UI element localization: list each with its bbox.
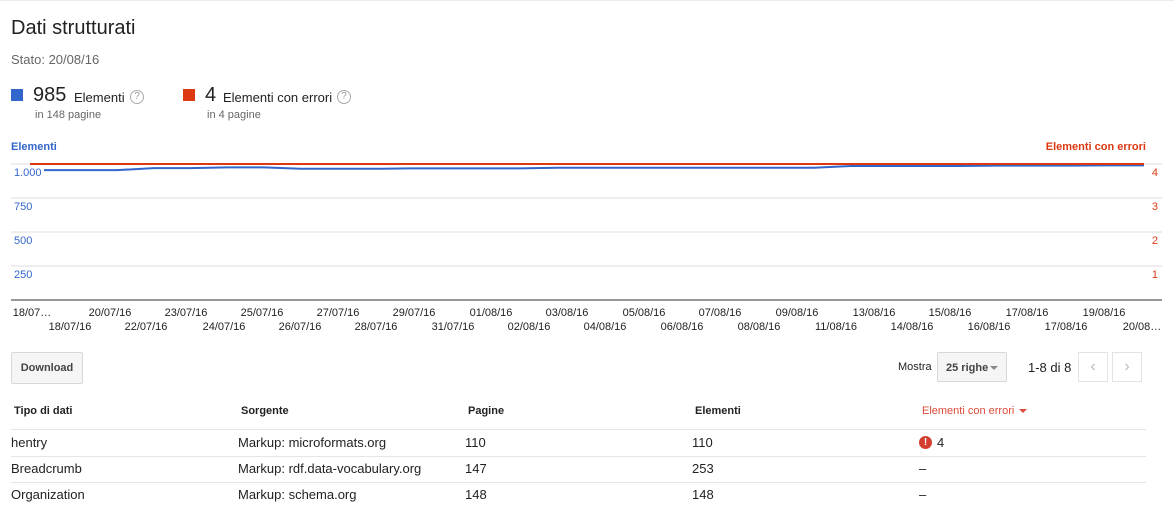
x-tick-label: 14/08/16	[891, 321, 934, 333]
column-header-type[interactable]: Tipo di dati	[14, 405, 72, 417]
metric-sub: in 148 pagine	[35, 109, 102, 121]
x-tick-label: 01/08/16	[470, 307, 513, 319]
y-tick-label-left: 750	[14, 201, 32, 213]
cell-errors: –	[919, 461, 927, 476]
cell-pages: 110	[465, 435, 486, 450]
x-tick-label: 29/07/16	[393, 307, 436, 319]
rows-per-page-value: 25 righe	[946, 362, 989, 374]
top-divider	[0, 0, 1174, 1]
column-header-errors-label: Elementi con errori	[922, 405, 1015, 417]
x-tick-label: 28/07/16	[355, 321, 398, 333]
metric-label: Elementi	[74, 90, 125, 105]
x-tick-label: 18/07…	[13, 307, 52, 319]
y-tick-label-right: 2	[1152, 235, 1158, 247]
x-tick-label: 19/08/16	[1083, 307, 1126, 319]
cell-source: Markup: microformats.org	[238, 435, 387, 450]
cell-type[interactable]: Breadcrumb	[11, 461, 82, 476]
x-tick-label: 16/08/16	[968, 321, 1011, 333]
status-date: Stato: 20/08/16	[11, 52, 100, 67]
right-axis-title: Elementi con errori	[1046, 141, 1146, 153]
help-icon[interactable]: ?	[130, 90, 144, 104]
metric-value: 985	[33, 84, 67, 106]
column-header-errors[interactable]: Elementi con errori	[922, 405, 1028, 417]
column-header-source[interactable]: Sorgente	[241, 405, 289, 417]
chevron-right-icon: ›	[1124, 358, 1130, 375]
show-rows-label: Mostra	[898, 361, 932, 373]
y-tick-label-left: 250	[14, 269, 32, 281]
next-page-button[interactable]: ›	[1112, 352, 1142, 382]
x-tick-label: 02/08/16	[508, 321, 551, 333]
metric-value: 4	[205, 84, 217, 106]
table-header-divider	[11, 429, 1146, 430]
cell-errors: 4	[937, 435, 945, 450]
sort-desc-icon	[1019, 409, 1028, 414]
cell-errors: –	[919, 487, 927, 502]
x-tick-label: 05/08/16	[623, 307, 666, 319]
chevron-down-icon	[990, 366, 998, 370]
rows-per-page-select[interactable]: 25 righe	[937, 352, 1007, 382]
x-tick-label: 25/07/16	[241, 307, 284, 319]
page-title: Dati strutturati	[11, 17, 136, 39]
x-tick-label: 24/07/16	[203, 321, 246, 333]
column-header-pages[interactable]: Pagine	[468, 405, 504, 417]
cell-type[interactable]: hentry	[11, 435, 47, 450]
row-divider	[11, 482, 1146, 483]
download-button[interactable]: Download	[11, 352, 83, 384]
error-icon: !	[919, 436, 932, 449]
cell-items: 148	[692, 487, 714, 502]
x-tick-label: 31/07/16	[432, 321, 475, 333]
x-tick-label: 17/08/16	[1045, 321, 1088, 333]
x-tick-label: 27/07/16	[317, 307, 360, 319]
cell-items: 253	[692, 461, 714, 476]
left-axis-title: Elementi	[11, 141, 57, 153]
x-tick-label: 22/07/16	[125, 321, 168, 333]
cell-source: Markup: rdf.data-vocabulary.org	[238, 461, 422, 476]
x-tick-label: 15/08/16	[929, 307, 972, 319]
cell-items: 110	[692, 435, 713, 450]
x-tick-label: 03/08/16	[546, 307, 589, 319]
y-tick-label-right: 3	[1152, 201, 1158, 213]
cell-source: Markup: schema.org	[238, 487, 357, 502]
x-tick-label: 18/07/16	[49, 321, 92, 333]
x-tick-label: 04/08/16	[584, 321, 627, 333]
y-tick-label-left: 1.000	[14, 167, 42, 179]
x-tick-label: 26/07/16	[279, 321, 322, 333]
metric-label: Elementi con errori	[223, 90, 333, 105]
x-tick-label: 06/08/16	[661, 321, 704, 333]
x-tick-label: 09/08/16	[776, 307, 819, 319]
y-tick-label-right: 4	[1152, 167, 1158, 179]
x-tick-label: 23/07/16	[165, 307, 208, 319]
series-line-elementi	[44, 164, 1144, 172]
prev-page-button[interactable]: ‹	[1078, 352, 1108, 382]
x-tick-label: 11/08/16	[815, 321, 857, 333]
cell-type[interactable]: Organization	[11, 487, 85, 502]
series-swatch-red	[183, 89, 195, 101]
chevron-left-icon: ‹	[1090, 358, 1096, 375]
x-tick-label: 20/07/16	[89, 307, 132, 319]
help-icon[interactable]: ?	[337, 90, 351, 104]
x-tick-label: 08/08/16	[738, 321, 781, 333]
cell-pages: 148	[465, 487, 487, 502]
metric-sub: in 4 pagine	[207, 109, 261, 121]
x-tick-label: 07/08/16	[699, 307, 742, 319]
cell-pages: 147	[465, 461, 487, 476]
column-header-items[interactable]: Elementi	[695, 405, 741, 417]
y-tick-label-right: 1	[1152, 269, 1158, 281]
pagination-info: 1-8 di 8	[1028, 360, 1072, 375]
x-tick-label: 17/08/16	[1006, 307, 1049, 319]
y-tick-label-left: 500	[14, 235, 32, 247]
x-tick-label: 20/08…	[1123, 321, 1162, 333]
series-swatch-blue	[11, 89, 23, 101]
x-tick-label: 13/08/16	[853, 307, 896, 319]
trend-chart[interactable]: Elementi Elementi con errori250 1500 2750 31…	[0, 136, 1174, 336]
row-divider	[11, 456, 1146, 457]
